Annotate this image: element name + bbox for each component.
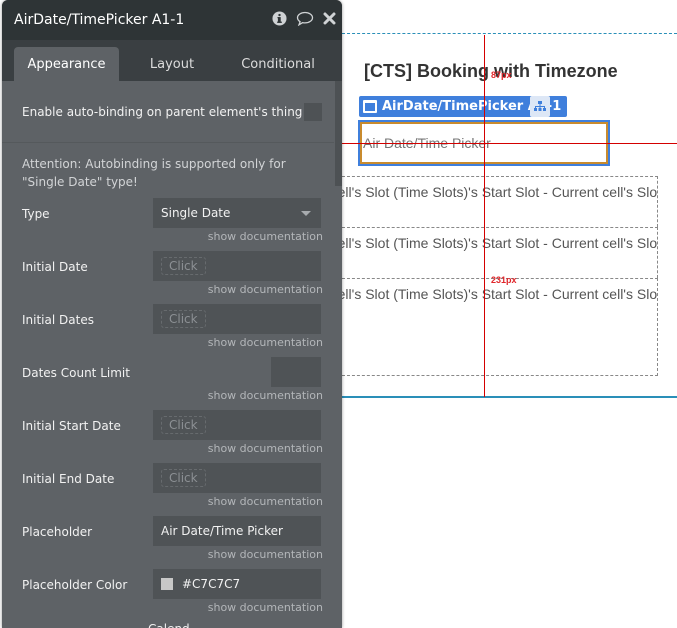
cell-text: Current cell's Slot (Time Slots)'s Start… xyxy=(342,286,658,302)
property-dates-count-limit: Dates Count Limit show documentation xyxy=(2,357,334,410)
initial-dates-label: Initial Dates xyxy=(22,313,94,327)
placeholder-color-value: #C7C7C7 xyxy=(182,577,241,591)
property-placeholder-color: Placeholder Color #C7C7C7 show documenta… xyxy=(2,569,334,622)
initial-date-field[interactable]: Click xyxy=(153,251,321,281)
appearance-properties: Enable auto-binding on parent element's … xyxy=(2,81,334,196)
property-type: Type Single Date show documentation xyxy=(2,198,334,251)
initial-dates-field[interactable]: Click xyxy=(153,304,321,334)
close-icon[interactable] xyxy=(323,12,336,25)
type-dropdown[interactable]: Single Date xyxy=(153,198,321,228)
initial-end-date-label: Initial End Date xyxy=(22,472,115,486)
page-bottom-guide xyxy=(342,396,677,398)
repeating-group-cell[interactable]: Current cell's Slot (Time Slots)'s Start… xyxy=(342,176,658,227)
info-icon[interactable] xyxy=(272,11,287,26)
placeholder-color-label: Placeholder Color xyxy=(22,578,128,592)
element-tree-button[interactable] xyxy=(530,96,550,117)
cell-text: Current cell's Slot (Time Slots)'s Start… xyxy=(342,235,658,251)
show-documentation-link[interactable]: show documentation xyxy=(208,601,323,614)
show-documentation-link[interactable]: show documentation xyxy=(208,442,323,455)
hierarchy-icon xyxy=(534,101,546,111)
calendar-icon xyxy=(363,100,377,113)
panel-scrollbar-thumb[interactable] xyxy=(335,81,342,186)
dates-count-limit-input[interactable] xyxy=(271,357,321,387)
placeholder-input[interactable]: Air Date/Time Picker xyxy=(153,516,321,546)
placeholder-color-picker[interactable]: #C7C7C7 xyxy=(153,569,321,599)
dates-count-limit-label: Dates Count Limit xyxy=(22,366,130,380)
horizontal-distance-guide xyxy=(342,143,677,144)
initial-start-date-label: Initial Start Date xyxy=(22,419,121,433)
property-initial-date: Initial Date Click show documentation xyxy=(2,251,334,304)
show-documentation-link[interactable]: show documentation xyxy=(208,230,323,243)
show-documentation-link[interactable]: show documentation xyxy=(208,548,323,561)
initial-end-date-click[interactable]: Click xyxy=(161,469,206,487)
tab-appearance[interactable]: Appearance xyxy=(14,47,119,81)
type-value: Single Date xyxy=(161,206,231,220)
distance-label-top: 87px xyxy=(491,70,512,80)
comment-icon[interactable] xyxy=(296,11,314,26)
placeholder-label: Placeholder xyxy=(22,525,93,539)
panel-title: AirDate/TimePicker A1-1 xyxy=(14,12,185,28)
type-label: Type xyxy=(22,207,50,221)
initial-dates-click[interactable]: Click xyxy=(161,310,206,328)
show-documentation-link[interactable]: show documentation xyxy=(208,495,323,508)
show-documentation-link[interactable]: show documentation xyxy=(208,389,323,402)
tab-layout[interactable]: Layout xyxy=(119,47,225,81)
initial-date-label: Initial Date xyxy=(22,260,88,274)
property-initial-end-date: Initial End Date Click show documentatio… xyxy=(2,463,334,516)
cell-text: Current cell's Slot (Time Slots)'s Start… xyxy=(342,184,658,200)
chevron-down-icon xyxy=(301,211,311,216)
repeating-group-bottom-border xyxy=(342,375,658,376)
initial-start-date-field[interactable]: Click xyxy=(153,410,321,440)
initial-end-date-field[interactable]: Click xyxy=(153,463,321,493)
panel-tabs: Appearance Layout Conditional xyxy=(2,40,342,81)
show-documentation-link[interactable]: show documentation xyxy=(208,336,323,349)
page-top-guide xyxy=(342,33,677,34)
initial-start-date-click[interactable]: Click xyxy=(161,416,206,434)
initial-date-click[interactable]: Click xyxy=(161,257,206,275)
next-section-label: Calend xyxy=(148,622,190,628)
repeating-group-cell[interactable]: Current cell's Slot (Time Slots)'s Start… xyxy=(342,227,658,278)
autobinding-attention-note: Attention: Autobinding is supported only… xyxy=(22,157,286,189)
property-initial-start-date: Initial Start Date Click show documentat… xyxy=(2,410,334,463)
auto-binding-label: Enable auto-binding on parent element's … xyxy=(22,104,303,119)
auto-binding-checkbox[interactable] xyxy=(304,102,322,121)
panel-header[interactable]: AirDate/TimePicker A1-1 xyxy=(2,0,342,40)
property-placeholder: Placeholder Air Date/Time Picker show do… xyxy=(2,516,334,569)
vertical-distance-guide xyxy=(484,35,485,397)
property-editor-panel: AirDate/TimePicker A1-1 Appearance Layou… xyxy=(2,0,342,628)
auto-binding-row: Enable auto-binding on parent element's … xyxy=(2,81,334,143)
distance-label-bottom: 231px xyxy=(491,275,517,285)
property-initial-dates: Initial Dates Click show documentation xyxy=(2,304,334,357)
show-documentation-link[interactable]: show documentation xyxy=(208,283,323,296)
color-swatch[interactable] xyxy=(161,578,173,590)
repeating-group-cell[interactable]: Current cell's Slot (Time Slots)'s Start… xyxy=(342,278,658,376)
tab-conditional[interactable]: Conditional xyxy=(225,47,331,81)
